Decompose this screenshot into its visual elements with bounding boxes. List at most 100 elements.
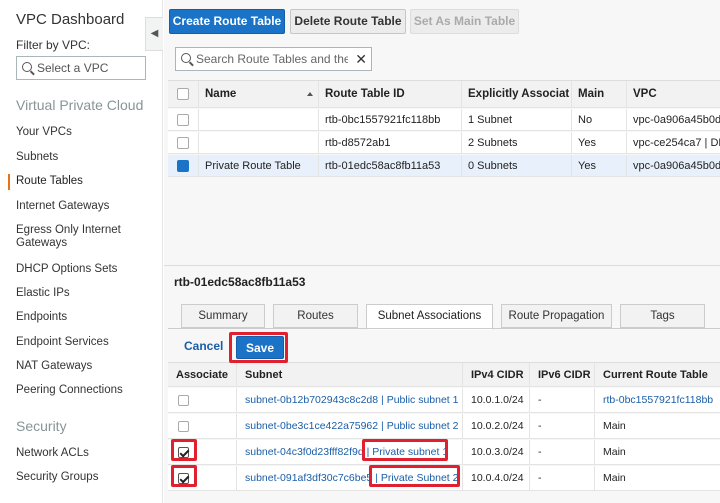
search-icon <box>22 62 32 72</box>
cell-route-table-id: rtb-d8572ab1 <box>318 132 461 153</box>
associate-checkbox-checked[interactable] <box>178 447 189 458</box>
table-header: Associate Subnet IPv4 CIDR IPv6 CIDR Cur… <box>168 362 720 387</box>
set-main-table-button[interactable]: Set As Main Table <box>410 9 519 34</box>
current-route-table-link[interactable]: rtb-0bc1557921fc118bb <box>594 388 720 412</box>
associate-checkbox[interactable] <box>178 421 189 432</box>
column-header-label: Name <box>205 88 237 100</box>
tab-route-propagation[interactable]: Route Propagation <box>501 304 612 328</box>
main-panel: Create Route Table Delete Route Table Se… <box>164 0 720 503</box>
sidebar-item-nat-gateways[interactable]: NAT Gateways <box>16 360 156 373</box>
select-all-cell <box>168 81 198 107</box>
cell-name: Private Route Table <box>198 155 318 176</box>
cell-ipv4: 10.0.4.0/24 <box>462 466 529 490</box>
column-header-vpc[interactable]: VPC <box>626 81 720 107</box>
subnet-link[interactable]: subnet-0be3c1ce422a75962 | Public subnet… <box>236 414 462 438</box>
cell-name <box>198 132 318 153</box>
sidebar-item-endpoints[interactable]: Endpoints <box>16 311 156 324</box>
sidebar-item-security-groups[interactable]: Security Groups <box>16 471 156 484</box>
filter-label: Filter by VPC: <box>16 38 91 52</box>
sidebar-item-internet-gateways[interactable]: Internet Gateways <box>16 200 156 213</box>
sidebar-item-route-tables[interactable]: Route Tables <box>16 175 156 188</box>
table-row[interactable]: subnet-0b12b702943c8c2d8 | Public subnet… <box>168 388 720 413</box>
sidebar-item-your-vpcs[interactable]: Your VPCs <box>16 126 156 139</box>
column-header-subnet[interactable]: Subnet <box>236 363 462 386</box>
table-row[interactable]: subnet-091af3df30c7c6be5 | Private Subne… <box>168 466 720 491</box>
tab-divider <box>168 328 720 329</box>
subnet-name: Public subnet 2 <box>386 420 459 432</box>
column-header-explicit-assoc[interactable]: Explicitly Associat <box>461 81 571 107</box>
subnet-id: subnet-091af3df30c7c6be5 <box>245 472 373 484</box>
column-header-associate[interactable]: Associate <box>168 363 236 386</box>
search-icon <box>181 53 191 63</box>
sidebar-item-endpoint-services[interactable]: Endpoint Services <box>16 336 156 349</box>
close-icon[interactable]: ✕ <box>355 51 367 67</box>
tab-summary[interactable]: Summary <box>181 304 265 328</box>
row-select-cell <box>168 155 198 176</box>
sidebar-item-elastic-ips[interactable]: Elastic IPs <box>16 287 156 300</box>
column-header-name[interactable]: Name <box>198 81 318 107</box>
cell-explicit-assoc: 0 Subnets <box>461 155 571 176</box>
subnet-link[interactable]: subnet-091af3df30c7c6be5 | Private Subne… <box>236 466 462 490</box>
vpc-console: VPC Dashboard Filter by VPC: Select a VP… <box>0 0 720 503</box>
column-header-route-table-id[interactable]: Route Table ID <box>318 81 461 107</box>
subnet-link[interactable]: subnet-04c3f0d23fff82f9d | Private subne… <box>236 440 462 464</box>
cell-current-route-table: Main <box>594 440 720 464</box>
sidebar-item-egress-only-gateways[interactable]: Egress Only Internet Gateways <box>16 224 128 250</box>
row-checkbox[interactable] <box>177 114 189 126</box>
table-row-selected[interactable]: Private Route Table rtb-01edc58ac8fb11a5… <box>168 155 720 177</box>
cell-vpc: vpc-ce254ca7 | DE <box>626 132 720 153</box>
sidebar-item-network-acls[interactable]: Network ACLs <box>16 447 156 460</box>
sort-ascending-icon <box>307 92 313 96</box>
collapse-sidebar-chevron-icon[interactable]: ◀ <box>145 17 163 51</box>
associate-checkbox-checked[interactable] <box>178 473 189 484</box>
cell-main: Yes <box>571 155 626 176</box>
associate-checkbox[interactable] <box>178 395 189 406</box>
sidebar-item-dhcp-options[interactable]: DHCP Options Sets <box>16 263 156 276</box>
column-header-current-route-table[interactable]: Current Route Table <box>594 363 720 386</box>
column-header-ipv6[interactable]: IPv6 CIDR <box>529 363 594 386</box>
column-header-ipv4[interactable]: IPv4 CIDR <box>462 363 529 386</box>
sidebar-title[interactable]: VPC Dashboard <box>16 11 124 28</box>
cell-ipv4: 10.0.2.0/24 <box>462 414 529 438</box>
subnet-id: subnet-0b12b702943c8c2d8 <box>245 394 379 406</box>
delete-route-table-button[interactable]: Delete Route Table <box>290 9 406 34</box>
vpc-select-placeholder: Select a VPC <box>37 61 109 75</box>
column-header-main[interactable]: Main <box>571 81 626 107</box>
vpc-select[interactable]: Select a VPC <box>16 56 146 80</box>
detail-pane: rtb-01edc58ac8fb11a53 Summary Routes Sub… <box>164 265 720 503</box>
cell-route-table-id: rtb-0bc1557921fc118bb <box>318 109 461 130</box>
sidebar-item-peering-connections[interactable]: Peering Connections <box>16 384 156 397</box>
create-route-table-button[interactable]: Create Route Table <box>169 9 285 34</box>
subnet-name: Public subnet 1 <box>386 394 459 406</box>
route-tables-table: Name Route Table ID Explicitly Associat … <box>168 80 720 177</box>
save-button[interactable]: Save <box>236 336 284 359</box>
row-checkbox[interactable] <box>177 137 189 149</box>
sidebar-item-subnets[interactable]: Subnets <box>16 151 156 164</box>
subnet-name: Private Subnet 2 <box>380 472 459 484</box>
search-input[interactable]: Search Route Tables and their pr ✕ <box>175 47 372 71</box>
table-row[interactable]: rtb-d8572ab1 2 Subnets Yes vpc-ce254ca7 … <box>168 132 720 154</box>
select-all-checkbox[interactable] <box>177 88 189 100</box>
associate-cell <box>168 440 236 464</box>
table-header: Name Route Table ID Explicitly Associat … <box>168 81 720 108</box>
cell-ipv6: - <box>529 466 594 490</box>
subnet-name: Private subnet 1 <box>372 446 449 458</box>
row-select-cell <box>168 109 198 130</box>
associate-cell <box>168 466 236 490</box>
tab-subnet-associations[interactable]: Subnet Associations <box>366 304 493 330</box>
table-row[interactable]: subnet-0be3c1ce422a75962 | Public subnet… <box>168 414 720 439</box>
row-checkbox-checked[interactable] <box>177 160 189 172</box>
table-row[interactable]: rtb-0bc1557921fc118bb 1 Subnet No vpc-0a… <box>168 109 720 131</box>
tab-routes[interactable]: Routes <box>273 304 358 328</box>
cancel-button[interactable]: Cancel <box>184 339 223 353</box>
cell-current-route-table: Main <box>594 466 720 490</box>
section-security-heading: Security <box>16 418 67 434</box>
row-select-cell <box>168 132 198 153</box>
cell-main: Yes <box>571 132 626 153</box>
subnet-link[interactable]: subnet-0b12b702943c8c2d8 | Public subnet… <box>236 388 462 412</box>
cell-explicit-assoc: 1 Subnet <box>461 109 571 130</box>
table-row[interactable]: subnet-04c3f0d23fff82f9d | Private subne… <box>168 440 720 465</box>
cell-current-route-table: Main <box>594 414 720 438</box>
tab-tags[interactable]: Tags <box>620 304 705 328</box>
cell-route-table-id: rtb-01edc58ac8fb11a53 <box>318 155 461 176</box>
